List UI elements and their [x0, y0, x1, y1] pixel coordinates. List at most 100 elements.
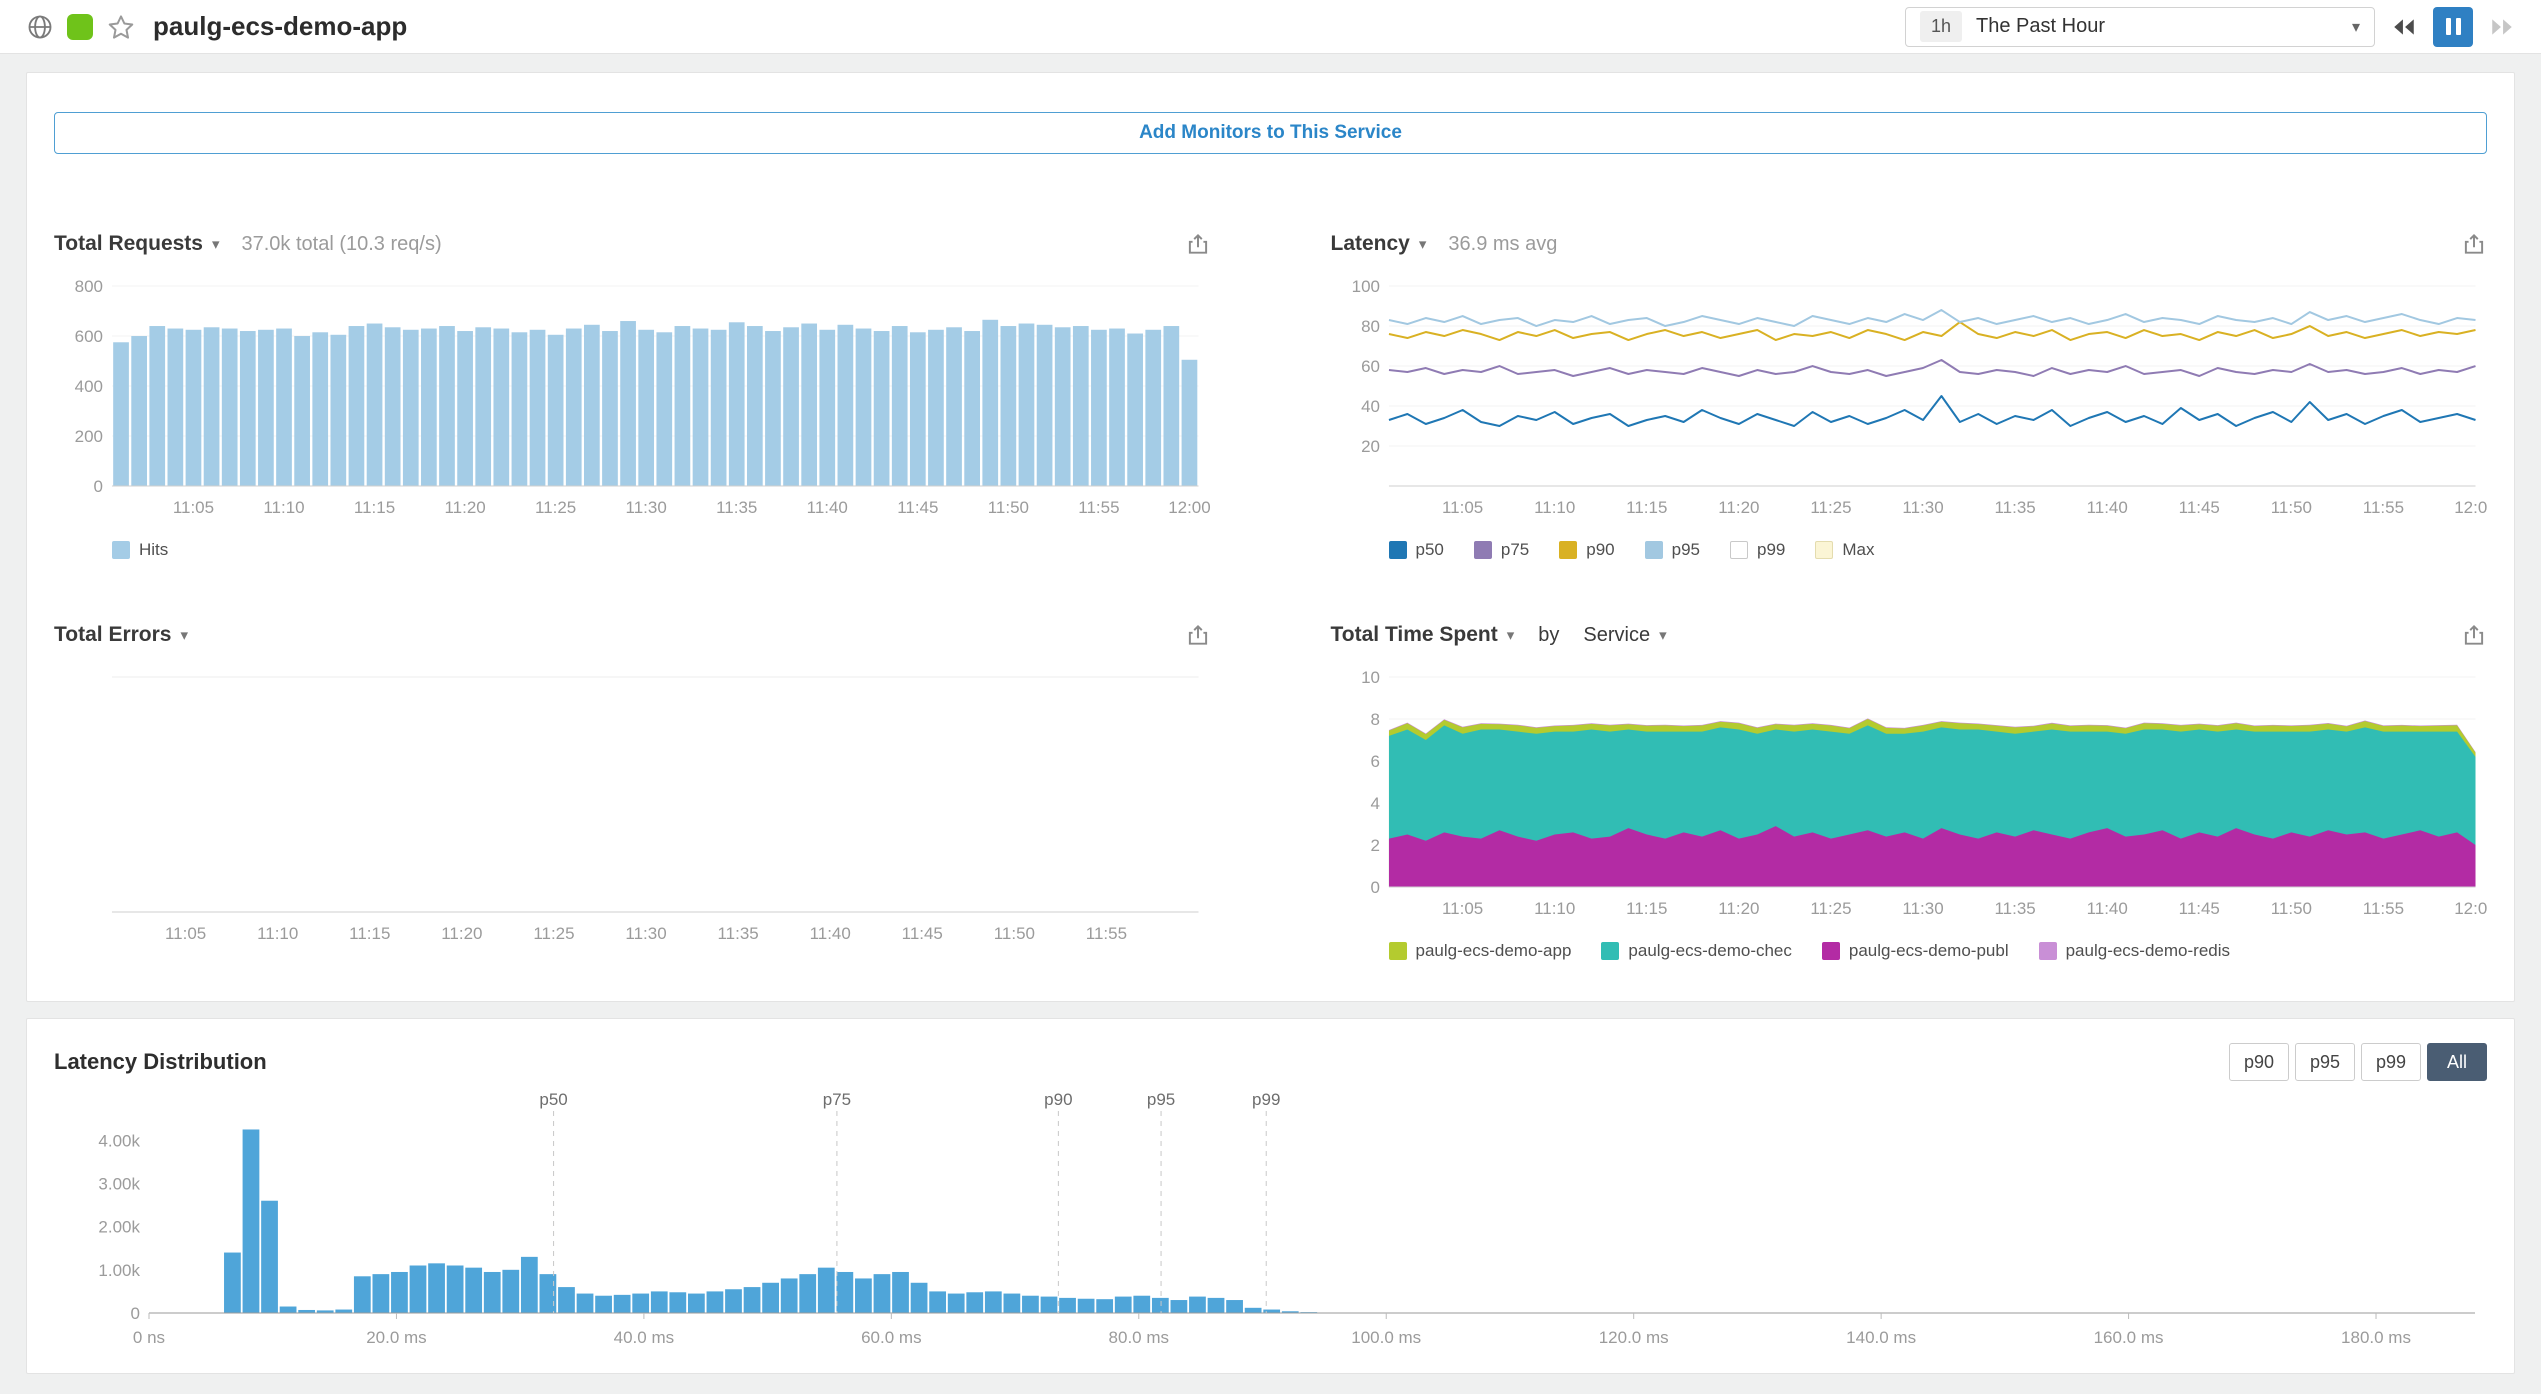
svg-text:60.0 ms: 60.0 ms — [861, 1328, 921, 1347]
time-spent-metric-dropdown[interactable]: Total Time Spent ▾ — [1331, 623, 1515, 647]
latency-distribution-chart: 01.00k2.00k3.00k4.00k0 ns20.0 ms40.0 ms6… — [54, 1089, 2487, 1353]
rewind-button[interactable] — [2391, 14, 2417, 40]
total-errors-metric-dropdown[interactable]: Total Errors ▾ — [54, 623, 188, 647]
legend-swatch — [1559, 541, 1577, 559]
svg-text:11:15: 11:15 — [1626, 498, 1667, 517]
chart-total-errors: Total Errors ▾ 11:0511:1011:1511:2011:25… — [54, 615, 1211, 961]
latency-metric-dropdown[interactable]: Latency ▾ — [1331, 232, 1427, 256]
total-requests-metric-dropdown[interactable]: Total Requests ▾ — [54, 232, 220, 256]
chart-header: Total Time Spent ▾ by Service ▾ — [1331, 615, 2488, 655]
main-content: Add Monitors to This Service Total Reque… — [0, 54, 2541, 1392]
time-range-selector[interactable]: 1h The Past Hour ▾ — [1905, 7, 2375, 47]
svg-text:11:15: 11:15 — [354, 498, 395, 517]
add-monitors-button[interactable]: Add Monitors to This Service — [54, 112, 2487, 154]
svg-text:0: 0 — [131, 1304, 140, 1323]
toggle-p95[interactable]: p95 — [2295, 1043, 2355, 1081]
chart-total-time-spent: Total Time Spent ▾ by Service ▾ 02468101… — [1331, 615, 2488, 961]
total-requests-plot[interactable]: 020040060080011:0511:1011:1511:2011:2511… — [54, 276, 1211, 526]
svg-text:40.0 ms: 40.0 ms — [614, 1328, 674, 1347]
svg-text:11:35: 11:35 — [1994, 899, 2035, 918]
legend-item-paulg-ecs-demo-app[interactable]: paulg-ecs-demo-app — [1389, 941, 1572, 961]
time-spent-plot[interactable]: 024681011:0511:1011:1511:2011:2511:3011:… — [1331, 667, 2488, 927]
chevron-down-icon: ▾ — [1419, 235, 1427, 253]
svg-text:40: 40 — [1361, 397, 1380, 416]
legend-label: p75 — [1501, 540, 1529, 560]
svg-text:11:55: 11:55 — [1086, 924, 1127, 943]
svg-text:11:20: 11:20 — [441, 924, 482, 943]
svg-text:12:00: 12:00 — [1168, 498, 1210, 517]
latency-chart: 2040608010011:0511:1011:1511:2011:2511:3… — [1331, 276, 2488, 526]
toggle-p99[interactable]: p99 — [2361, 1043, 2421, 1081]
service-status-square — [67, 14, 93, 40]
toggle-all[interactable]: All — [2427, 1043, 2487, 1081]
legend-swatch — [1474, 541, 1492, 559]
svg-text:100: 100 — [1351, 277, 1379, 296]
toggle-p90[interactable]: p90 — [2229, 1043, 2289, 1081]
svg-text:p95: p95 — [1147, 1090, 1175, 1109]
svg-text:1.00k: 1.00k — [98, 1261, 140, 1280]
chevron-down-icon: ▾ — [2352, 17, 2360, 37]
svg-text:11:35: 11:35 — [1994, 498, 2035, 517]
total-errors-chart: 11:0511:1011:1511:2011:2511:3011:3511:40… — [54, 667, 1211, 952]
app-header: paulg-ecs-demo-app 1h The Past Hour ▾ — [0, 0, 2541, 54]
total-errors-plot[interactable]: 11:0511:1011:1511:2011:2511:3011:3511:40… — [54, 667, 1211, 952]
legend-swatch — [1389, 541, 1407, 559]
chart-header: Total Requests ▾ 37.0k total (10.3 req/s… — [54, 224, 1211, 264]
export-icon[interactable] — [1185, 622, 1211, 648]
star-icon[interactable] — [106, 12, 136, 42]
legend-label: paulg-ecs-demo-publ — [1849, 941, 2009, 961]
legend-item-Max[interactable]: Max — [1815, 540, 1874, 560]
legend-item-p90[interactable]: p90 — [1559, 540, 1614, 560]
svg-text:800: 800 — [75, 277, 103, 296]
legend-item-p50[interactable]: p50 — [1389, 540, 1444, 560]
latency-plot[interactable]: 2040608010011:0511:1011:1511:2011:2511:3… — [1331, 276, 2488, 526]
latency-distribution-title: Latency Distribution — [54, 1049, 267, 1075]
svg-text:p50: p50 — [539, 1090, 567, 1109]
chart-title: Total Errors — [54, 623, 171, 647]
svg-text:2: 2 — [1370, 836, 1379, 855]
svg-text:p99: p99 — [1252, 1090, 1280, 1109]
pause-button[interactable] — [2433, 7, 2473, 47]
time-range-chip: 1h — [1920, 11, 1962, 42]
legend-label: Hits — [139, 540, 168, 560]
svg-text:11:10: 11:10 — [257, 924, 298, 943]
svg-text:11:40: 11:40 — [810, 924, 851, 943]
export-icon[interactable] — [1185, 231, 1211, 257]
chart-title: Total Requests — [54, 232, 203, 256]
latency-distribution-plot[interactable]: 01.00k2.00k3.00k4.00k0 ns20.0 ms40.0 ms6… — [54, 1089, 2487, 1353]
svg-text:11:30: 11:30 — [1902, 498, 1943, 517]
chevron-down-icon: ▾ — [1659, 626, 1667, 644]
svg-text:6: 6 — [1370, 752, 1379, 771]
legend-item-Hits[interactable]: Hits — [112, 540, 168, 560]
page-title: paulg-ecs-demo-app — [153, 11, 407, 42]
group-by-dropdown[interactable]: Service ▾ — [1583, 624, 1666, 647]
export-icon[interactable] — [2461, 231, 2487, 257]
svg-text:12:00: 12:00 — [2454, 899, 2487, 918]
export-icon[interactable] — [2461, 622, 2487, 648]
chevron-down-icon: ▾ — [180, 626, 188, 644]
svg-text:11:55: 11:55 — [2362, 899, 2403, 918]
svg-text:400: 400 — [75, 377, 103, 396]
svg-text:4.00k: 4.00k — [98, 1131, 140, 1150]
svg-text:11:15: 11:15 — [349, 924, 390, 943]
svg-text:11:50: 11:50 — [988, 498, 1029, 517]
svg-text:11:50: 11:50 — [994, 924, 1035, 943]
svg-text:11:40: 11:40 — [807, 498, 848, 517]
chevron-down-icon: ▾ — [212, 235, 220, 253]
legend-item-paulg-ecs-demo-chec[interactable]: paulg-ecs-demo-chec — [1601, 941, 1791, 961]
svg-text:100.0 ms: 100.0 ms — [1351, 1328, 1421, 1347]
legend-item-paulg-ecs-demo-redis[interactable]: paulg-ecs-demo-redis — [2039, 941, 2230, 961]
svg-text:11:25: 11:25 — [535, 498, 576, 517]
svg-text:11:05: 11:05 — [1442, 899, 1483, 918]
legend-swatch — [1389, 942, 1407, 960]
svg-text:11:10: 11:10 — [1534, 899, 1575, 918]
legend-item-paulg-ecs-demo-publ[interactable]: paulg-ecs-demo-publ — [1822, 941, 2009, 961]
svg-text:0 ns: 0 ns — [133, 1328, 165, 1347]
legend-item-p95[interactable]: p95 — [1645, 540, 1700, 560]
forward-button[interactable] — [2489, 14, 2515, 40]
legend-item-p75[interactable]: p75 — [1474, 540, 1529, 560]
svg-text:11:20: 11:20 — [444, 498, 485, 517]
svg-text:11:25: 11:25 — [533, 924, 574, 943]
legend-item-p99[interactable]: p99 — [1730, 540, 1785, 560]
percentile-toggle-group: p90 p95 p99 All — [2229, 1043, 2487, 1081]
